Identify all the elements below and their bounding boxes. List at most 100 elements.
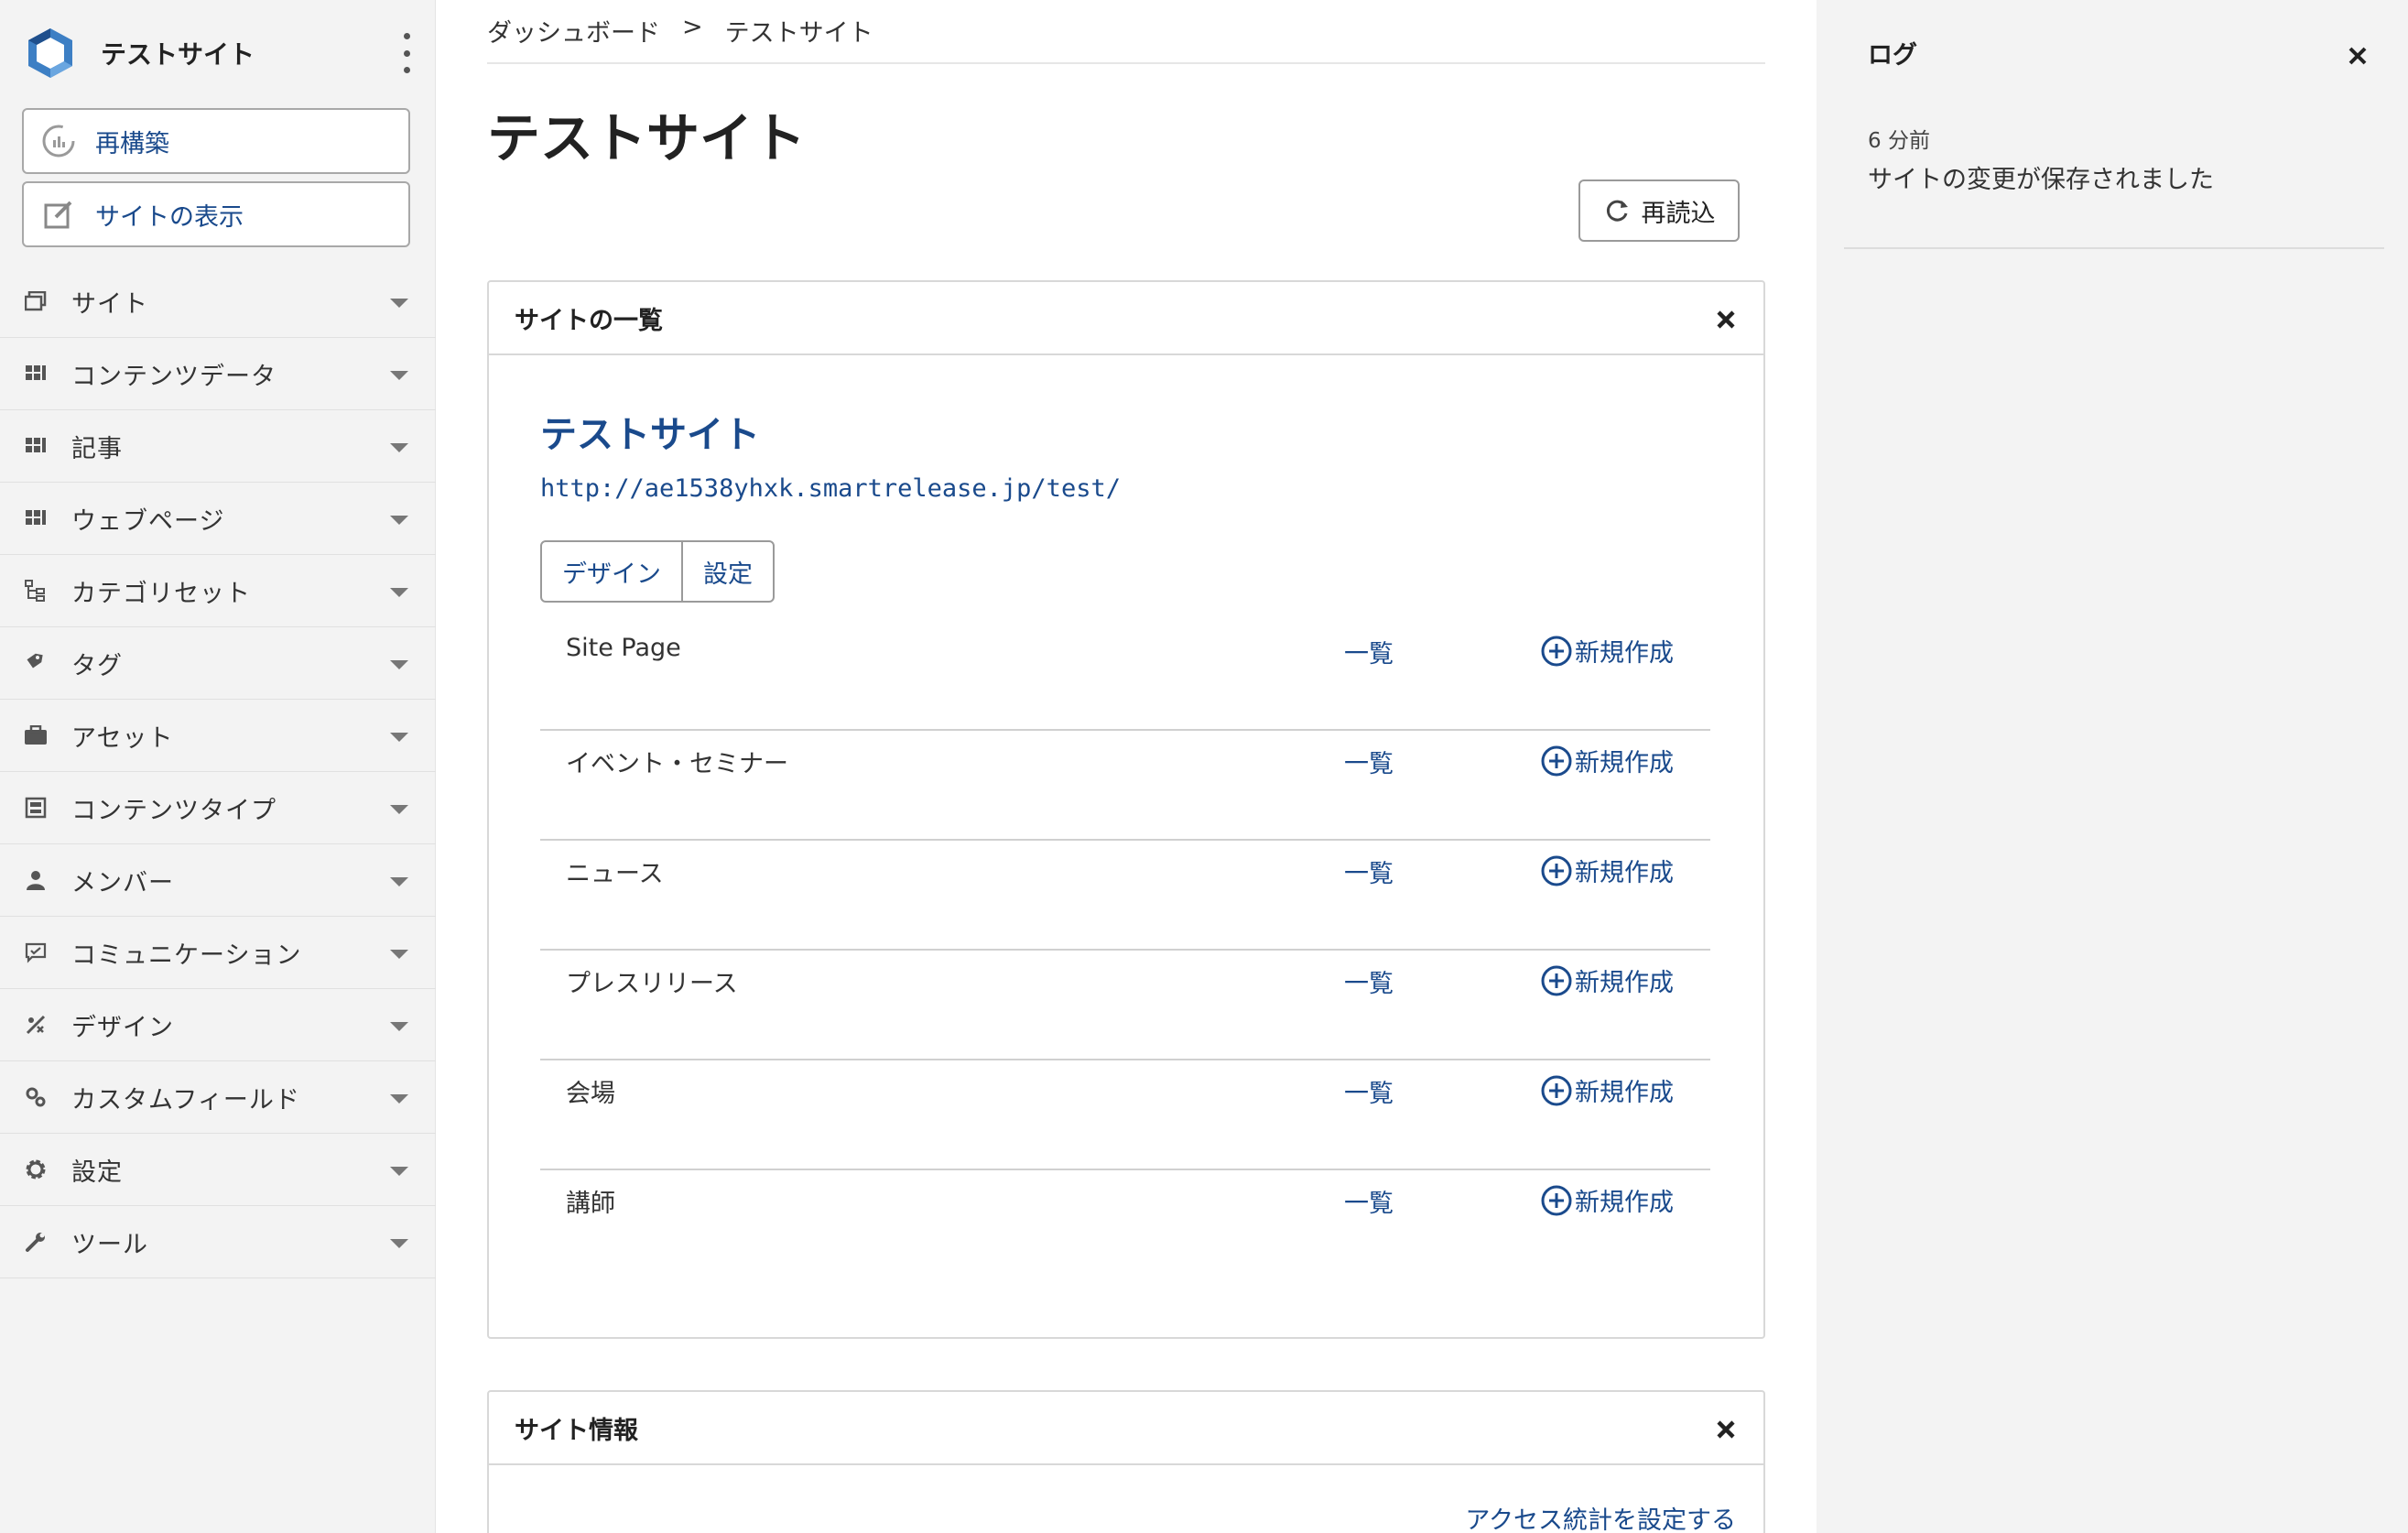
log-message: サイトの変更が保存されました bbox=[1868, 166, 2214, 194]
table-row: 講師 一覧 新規作成 bbox=[540, 1170, 1710, 1280]
table-row: イベント・セミナー 一覧 新規作成 bbox=[540, 731, 1710, 841]
page-title: テストサイト bbox=[487, 107, 807, 169]
sidebar-item-assets[interactable]: アセット bbox=[0, 700, 436, 772]
chevron-down-icon bbox=[390, 1022, 408, 1031]
table-row: ニュース 一覧 新規作成 bbox=[540, 841, 1710, 951]
custom-field-icon bbox=[24, 1085, 48, 1109]
sidebar-item-category-sets[interactable]: カテゴリセット bbox=[0, 555, 436, 627]
plus-circle-icon bbox=[1541, 745, 1572, 777]
create-new-label: 新規作成 bbox=[1575, 1079, 1674, 1107]
site-name-link[interactable]: テストサイト bbox=[540, 405, 760, 458]
sidebar-item-content-data[interactable]: コンテンツデータ bbox=[0, 338, 436, 410]
site-title[interactable]: テストサイト bbox=[101, 35, 255, 71]
site-url-link[interactable]: http://ae1538yhxk.smartrelease.jp/test/ bbox=[540, 474, 1121, 503]
content-type-name: 会場 bbox=[566, 1080, 615, 1108]
rebuild-label: 再構築 bbox=[95, 129, 169, 158]
table-row: Site Page 一覧 新規作成 bbox=[540, 621, 1710, 731]
rebuild-icon bbox=[40, 123, 77, 159]
chevron-down-icon bbox=[390, 1167, 408, 1176]
breadcrumb-separator: > bbox=[682, 13, 703, 41]
chevron-down-icon bbox=[390, 588, 408, 597]
design-icon bbox=[24, 1013, 48, 1037]
chevron-down-icon bbox=[390, 733, 408, 742]
chevron-down-icon bbox=[390, 516, 408, 525]
communication-icon bbox=[24, 940, 48, 964]
content-type-name: プレスリリース bbox=[566, 970, 738, 998]
create-new-link[interactable]: 新規作成 bbox=[1538, 632, 1685, 676]
edit-external-icon bbox=[40, 196, 77, 233]
create-new-link[interactable]: 新規作成 bbox=[1538, 742, 1685, 786]
sidebar-item-content-types[interactable]: コンテンツタイプ bbox=[0, 772, 436, 844]
list-link[interactable]: 一覧 bbox=[1344, 1183, 1394, 1219]
log-title: ログ bbox=[1868, 41, 1917, 70]
sidebar-item-communication[interactable]: コミュニケーション bbox=[0, 917, 436, 989]
sidebar-item-members[interactable]: メンバー bbox=[0, 844, 436, 917]
close-icon[interactable] bbox=[1714, 1418, 1738, 1441]
sidebar-nav: サイト コンテンツデータ 記事 ウェブページ カテゴリセット タグ アセット コ… bbox=[0, 266, 436, 1278]
brand: テストサイト bbox=[22, 22, 425, 84]
list-link[interactable]: 一覧 bbox=[1344, 634, 1394, 669]
create-new-link[interactable]: 新規作成 bbox=[1538, 852, 1685, 896]
create-new-label: 新規作成 bbox=[1575, 969, 1674, 997]
list-link[interactable]: 一覧 bbox=[1344, 1073, 1394, 1109]
reload-button[interactable]: 再読込 bbox=[1578, 179, 1740, 242]
view-site-label: サイトの表示 bbox=[95, 202, 244, 232]
log-panel: ログ 6 分前 サイトの変更が保存されました bbox=[1817, 0, 2408, 1533]
create-new-link[interactable]: 新規作成 bbox=[1538, 1071, 1685, 1115]
plus-circle-icon bbox=[1541, 1185, 1572, 1216]
sidebar-item-label: コミュニケーション bbox=[71, 940, 302, 970]
widget-title: サイト情報 bbox=[515, 1416, 638, 1445]
site-info-widget: サイト情報 アクセス統計を設定する bbox=[487, 1390, 1765, 1533]
list-link[interactable]: 一覧 bbox=[1344, 963, 1394, 999]
view-site-button[interactable]: サイトの表示 bbox=[22, 181, 410, 247]
breadcrumb: ダッシュボード > テストサイト bbox=[487, 13, 1765, 64]
chevron-down-icon bbox=[390, 805, 408, 814]
list-link[interactable]: 一覧 bbox=[1344, 853, 1394, 889]
setup-access-stats-link[interactable]: アクセス統計を設定する bbox=[1465, 1500, 1736, 1533]
main-content: ダッシュボード > テストサイト テストサイト 再読込 サイトの一覧 テストサイ… bbox=[436, 0, 1817, 1533]
tag-icon bbox=[24, 651, 48, 675]
create-new-link[interactable]: 新規作成 bbox=[1538, 1181, 1685, 1225]
content-type-icon bbox=[24, 796, 48, 820]
table-row: 会場 一覧 新規作成 bbox=[540, 1060, 1710, 1170]
sidebar-item-custom-fields[interactable]: カスタムフィールド bbox=[0, 1061, 436, 1134]
chevron-down-icon bbox=[390, 877, 408, 886]
settings-button[interactable]: 設定 bbox=[681, 542, 773, 601]
sidebar-item-tools[interactable]: ツール bbox=[0, 1206, 436, 1278]
sidebar-item-design[interactable]: デザイン bbox=[0, 989, 436, 1061]
create-new-label: 新規作成 bbox=[1575, 859, 1674, 887]
rebuild-button[interactable]: 再構築 bbox=[22, 108, 410, 174]
breadcrumb-dashboard-link[interactable]: ダッシュボード bbox=[487, 13, 660, 49]
pages-icon bbox=[24, 506, 48, 530]
sidebar-item-label: タグ bbox=[71, 651, 123, 680]
table-row: プレスリリース 一覧 新規作成 bbox=[540, 951, 1710, 1060]
close-icon[interactable] bbox=[1714, 308, 1738, 332]
sidebar-item-label: ウェブページ bbox=[71, 506, 225, 536]
sidebar-item-pages[interactable]: ウェブページ bbox=[0, 483, 436, 555]
plus-circle-icon bbox=[1541, 636, 1572, 667]
content-type-name: 講師 bbox=[566, 1190, 615, 1218]
design-button[interactable]: デザイン bbox=[542, 542, 681, 601]
sidebar-item-label: カスタムフィールド bbox=[71, 1085, 300, 1114]
log-timestamp: 6 分前 bbox=[1868, 129, 1930, 153]
content-type-name: Site Page bbox=[566, 634, 681, 662]
sidebar-item-entries[interactable]: 記事 bbox=[0, 410, 436, 483]
list-link[interactable]: 一覧 bbox=[1344, 744, 1394, 779]
close-icon[interactable] bbox=[2348, 46, 2368, 66]
sites-icon bbox=[24, 289, 48, 313]
chevron-down-icon bbox=[390, 1239, 408, 1248]
sidebar-item-sites[interactable]: サイト bbox=[0, 266, 436, 338]
sidebar-item-settings[interactable]: 設定 bbox=[0, 1134, 436, 1206]
sidebar-item-tags[interactable]: タグ bbox=[0, 627, 436, 700]
sidebar-item-label: アセット bbox=[71, 723, 174, 753]
breadcrumb-current: テストサイト bbox=[724, 19, 873, 48]
refresh-icon bbox=[1606, 200, 1628, 222]
create-new-link[interactable]: 新規作成 bbox=[1538, 962, 1685, 1006]
sidebar-item-label: ツール bbox=[71, 1230, 148, 1259]
more-menu-icon[interactable] bbox=[396, 33, 418, 73]
category-set-icon bbox=[24, 579, 48, 603]
sidebar-item-label: デザイン bbox=[71, 1013, 174, 1042]
chevron-down-icon bbox=[390, 1094, 408, 1104]
create-new-label: 新規作成 bbox=[1575, 749, 1674, 777]
plus-circle-icon bbox=[1541, 965, 1572, 996]
